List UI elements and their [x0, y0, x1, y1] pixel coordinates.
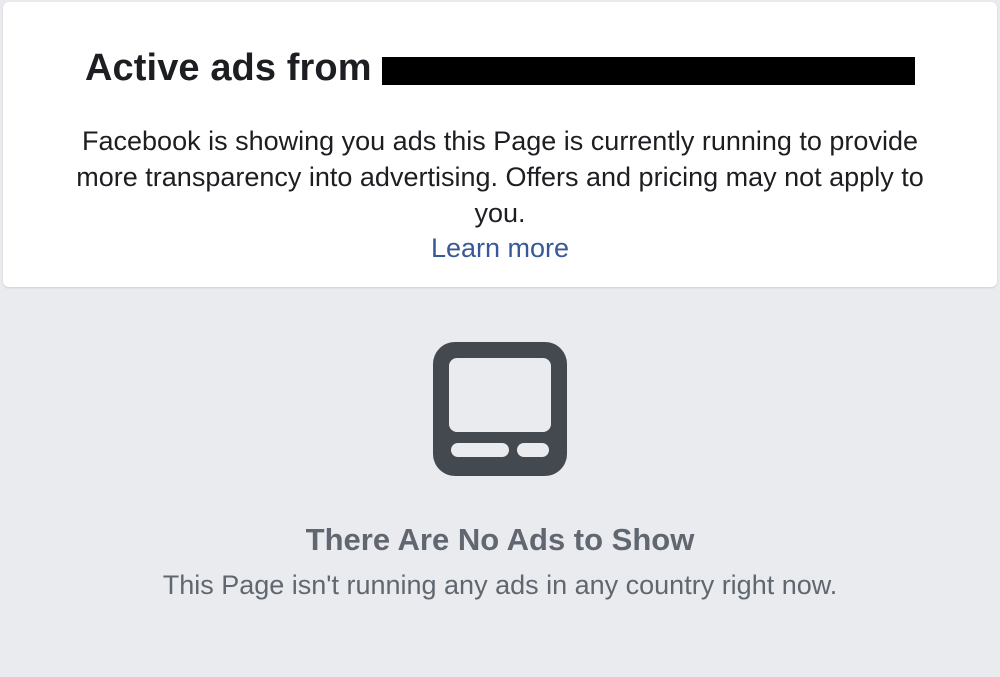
empty-state-title: There Are No Ads to Show: [305, 522, 695, 557]
ads-info-card: Active ads from Facebook is showing you …: [3, 2, 997, 287]
learn-more-link[interactable]: Learn more: [3, 231, 997, 265]
ad-placeholder-icon: [433, 342, 567, 476]
page-title-text: Active ads from: [85, 46, 372, 89]
transparency-description: Facebook is showing you ads this Page is…: [76, 126, 924, 228]
page-title: Active ads from: [85, 46, 915, 90]
empty-state-subtitle: This Page isn't running any ads in any c…: [162, 570, 838, 600]
redacted-page-name: [381, 57, 915, 85]
